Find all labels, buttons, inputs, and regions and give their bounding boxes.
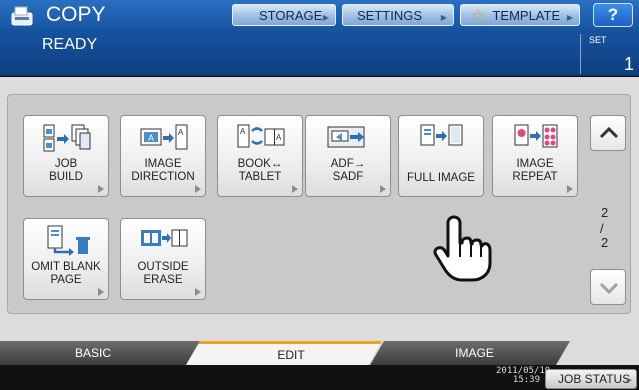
tab-image-label: IMAGE (455, 346, 494, 360)
settings-label: SETTINGS (357, 7, 423, 23)
header-bar: COPY STORAGE ▶ SETTINGS ▶ ☆ TEMPLATE ▶ ?… (0, 0, 639, 76)
template-button[interactable]: ☆ TEMPLATE ▶ (460, 4, 580, 26)
book-tablet-label-2: TABLET (238, 171, 282, 183)
adf-sadf-icon (327, 126, 365, 148)
job-status-button[interactable]: JOB STATUS ▶ (545, 369, 637, 389)
set-label: SET (589, 35, 607, 45)
arrow-right-icon (567, 185, 573, 193)
svg-text:A: A (240, 127, 246, 136)
chevron-down-icon (599, 282, 619, 295)
image-repeat-label-1: IMAGE (516, 158, 554, 170)
svg-text:A: A (178, 128, 184, 137)
page-separator: / (600, 221, 604, 236)
image-repeat-icon (514, 124, 558, 148)
image-direction-icon: A A (140, 124, 188, 150)
settings-button[interactable]: SETTINGS ▶ (342, 4, 454, 26)
full-image-label: FULL IMAGE (407, 172, 475, 184)
tab-basic-label: BASIC (74, 346, 111, 360)
job-build-button[interactable]: JOB BUILD (23, 115, 109, 197)
copy-app-icon (11, 6, 33, 26)
job-status-label: JOB STATUS (558, 372, 631, 386)
set-count: 1 (623, 54, 634, 74)
arrow-right-icon (195, 185, 201, 193)
image-repeat-button[interactable]: IMAGE REPEAT (492, 115, 578, 197)
book-tablet-button[interactable]: A A BOOK↔ TABLET (217, 115, 303, 197)
arrow-right-icon (195, 288, 201, 296)
set-divider (580, 34, 581, 74)
image-direction-label-2: DIRECTION (131, 171, 195, 183)
outside-erase-icon (141, 229, 188, 247)
app-title: COPY (46, 3, 106, 26)
date-time: 2011/05/10 15:39 (496, 367, 550, 385)
tab-edit-label: EDIT (277, 347, 305, 362)
job-build-icon (43, 124, 91, 152)
svg-text:A: A (148, 133, 154, 143)
pointing-hand-icon (433, 215, 492, 282)
footer-bar: 2011/05/10 15:39 JOB STATUS ▶ (0, 365, 639, 390)
scroll-up-button[interactable] (590, 115, 626, 151)
adf-sadf-button[interactable]: ADF→ SADF (305, 115, 391, 197)
arrow-right-icon: ▶ (322, 13, 329, 22)
scroll-down-button[interactable] (590, 269, 626, 305)
arrow-right-icon (292, 185, 298, 193)
image-direction-button[interactable]: A A IMAGE DIRECTION (120, 115, 206, 197)
template-label: TEMPLATE (492, 7, 561, 23)
storage-button[interactable]: STORAGE ▶ (232, 4, 336, 26)
chevron-up-icon (599, 126, 619, 139)
tab-edit[interactable]: EDIT (186, 341, 382, 365)
machine-status: READY (42, 36, 98, 53)
book-tablet-icon: A A (237, 124, 285, 148)
omit-blank-page-button[interactable]: OMIT BLANK PAGE (23, 218, 109, 300)
outside-erase-label-2: ERASE (143, 274, 183, 286)
storage-label: STORAGE (259, 7, 323, 23)
omit-blank-page-label-1: OMIT BLANK (31, 261, 101, 273)
full-image-button[interactable]: FULL IMAGE (398, 115, 484, 197)
image-direction-label-1: IMAGE (144, 158, 182, 170)
page-current: 2 (601, 205, 609, 220)
help-button[interactable]: ? (593, 3, 633, 27)
tab-bar: BASIC IMAGE EDIT (0, 341, 639, 365)
full-image-icon (420, 124, 463, 146)
star-icon: ☆ (471, 7, 485, 24)
job-build-label-1: JOB (54, 158, 78, 170)
tab-basic[interactable]: BASIC (0, 341, 200, 365)
arrow-right-icon: ▶ (566, 13, 573, 22)
outside-erase-label-1: OUTSIDE (137, 261, 189, 273)
arrow-right-icon: ▶ (626, 377, 632, 384)
time-text: 15:39 (512, 375, 540, 385)
main-area: JOB BUILD A A IMAGE DIRECTION A A BOOK↔ … (0, 77, 639, 341)
omit-blank-page-icon (47, 225, 90, 256)
arrow-right-icon (98, 288, 104, 296)
job-build-label-2: BUILD (49, 171, 83, 183)
page-total: 2 (601, 235, 609, 250)
book-tablet-label-1: BOOK↔ (237, 158, 283, 170)
arrow-right-icon (98, 185, 104, 193)
omit-blank-page-label-2: PAGE (50, 274, 82, 286)
arrow-right-icon: ▶ (440, 13, 447, 22)
outside-erase-button[interactable]: OUTSIDE ERASE (120, 218, 206, 300)
arrow-right-icon (380, 185, 386, 193)
adf-sadf-label-2: SADF (332, 171, 364, 183)
tab-image[interactable]: IMAGE (370, 341, 570, 365)
function-panel: JOB BUILD A A IMAGE DIRECTION A A BOOK↔ … (7, 94, 631, 314)
image-repeat-label-2: REPEAT (512, 171, 558, 183)
adf-sadf-label-1: ADF→ (330, 158, 366, 170)
svg-text:A: A (276, 133, 282, 142)
